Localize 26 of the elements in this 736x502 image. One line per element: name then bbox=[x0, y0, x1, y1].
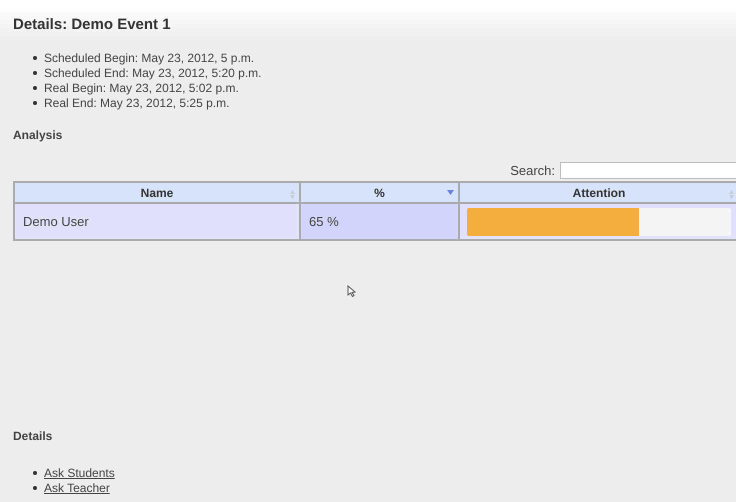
column-header[interactable]: Attention bbox=[459, 182, 736, 203]
sort-descending-icon bbox=[447, 190, 454, 195]
column-header[interactable]: % bbox=[300, 182, 459, 203]
search-label: Search: bbox=[510, 163, 555, 178]
section-heading: Details bbox=[13, 429, 54, 443]
cursor-icon bbox=[347, 285, 356, 297]
detail-item: Scheduled End: May 23, 2012, 5:20 p.m. bbox=[44, 66, 262, 80]
sort-icon bbox=[290, 190, 295, 199]
column-header[interactable]: Name bbox=[14, 182, 300, 203]
bullet-icon bbox=[33, 70, 37, 74]
search-field[interactable] bbox=[560, 162, 736, 179]
detail-item: Scheduled Begin: May 23, 2012, 5 p.m. bbox=[44, 50, 254, 64]
table-cell: 65 % bbox=[300, 203, 459, 240]
table-cell: Demo User bbox=[14, 203, 300, 240]
detail-item: Real End: May 23, 2012, 5:25 p.m. bbox=[44, 96, 230, 110]
bullet-icon bbox=[33, 486, 37, 490]
bullet-icon bbox=[33, 56, 37, 60]
link[interactable]: Ask Teacher bbox=[44, 480, 110, 494]
sort-icon bbox=[729, 190, 734, 199]
bullet-icon bbox=[33, 100, 37, 104]
link[interactable]: Ask Students bbox=[44, 466, 115, 480]
page-title: Details: Demo Event 1 bbox=[13, 16, 172, 35]
section-heading: Analysis bbox=[13, 128, 64, 142]
bullet-icon bbox=[33, 470, 37, 474]
bullet-icon bbox=[33, 86, 37, 90]
detail-item: Real Begin: May 23, 2012, 5:02 p.m. bbox=[44, 80, 239, 94]
